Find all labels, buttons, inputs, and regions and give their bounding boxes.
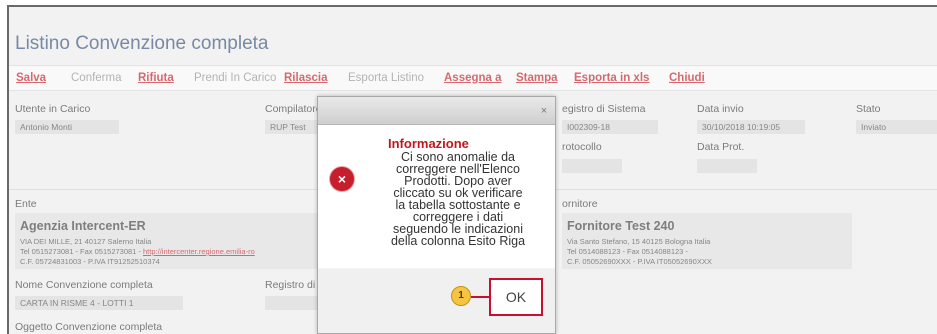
dialog-header: × — [318, 97, 555, 125]
ok-button[interactable]: OK — [489, 278, 543, 316]
error-icon: × — [330, 167, 354, 191]
message-line: della colonna Esito Riga — [390, 234, 526, 248]
dialog-body: × Informazione Ci sono anomalie da corre… — [318, 125, 555, 268]
dialog-footer: 1 OK — [318, 269, 555, 333]
information-dialog: × × Informazione Ci sono anomalie da cor… — [317, 96, 556, 334]
marker-connector — [471, 296, 489, 298]
dialog-title: Informazione — [388, 136, 469, 151]
dialog-message: Ci sono anomalie da correggere nell'Elen… — [360, 151, 556, 248]
step-marker: 1 — [451, 286, 471, 306]
close-icon[interactable]: × — [537, 104, 551, 118]
